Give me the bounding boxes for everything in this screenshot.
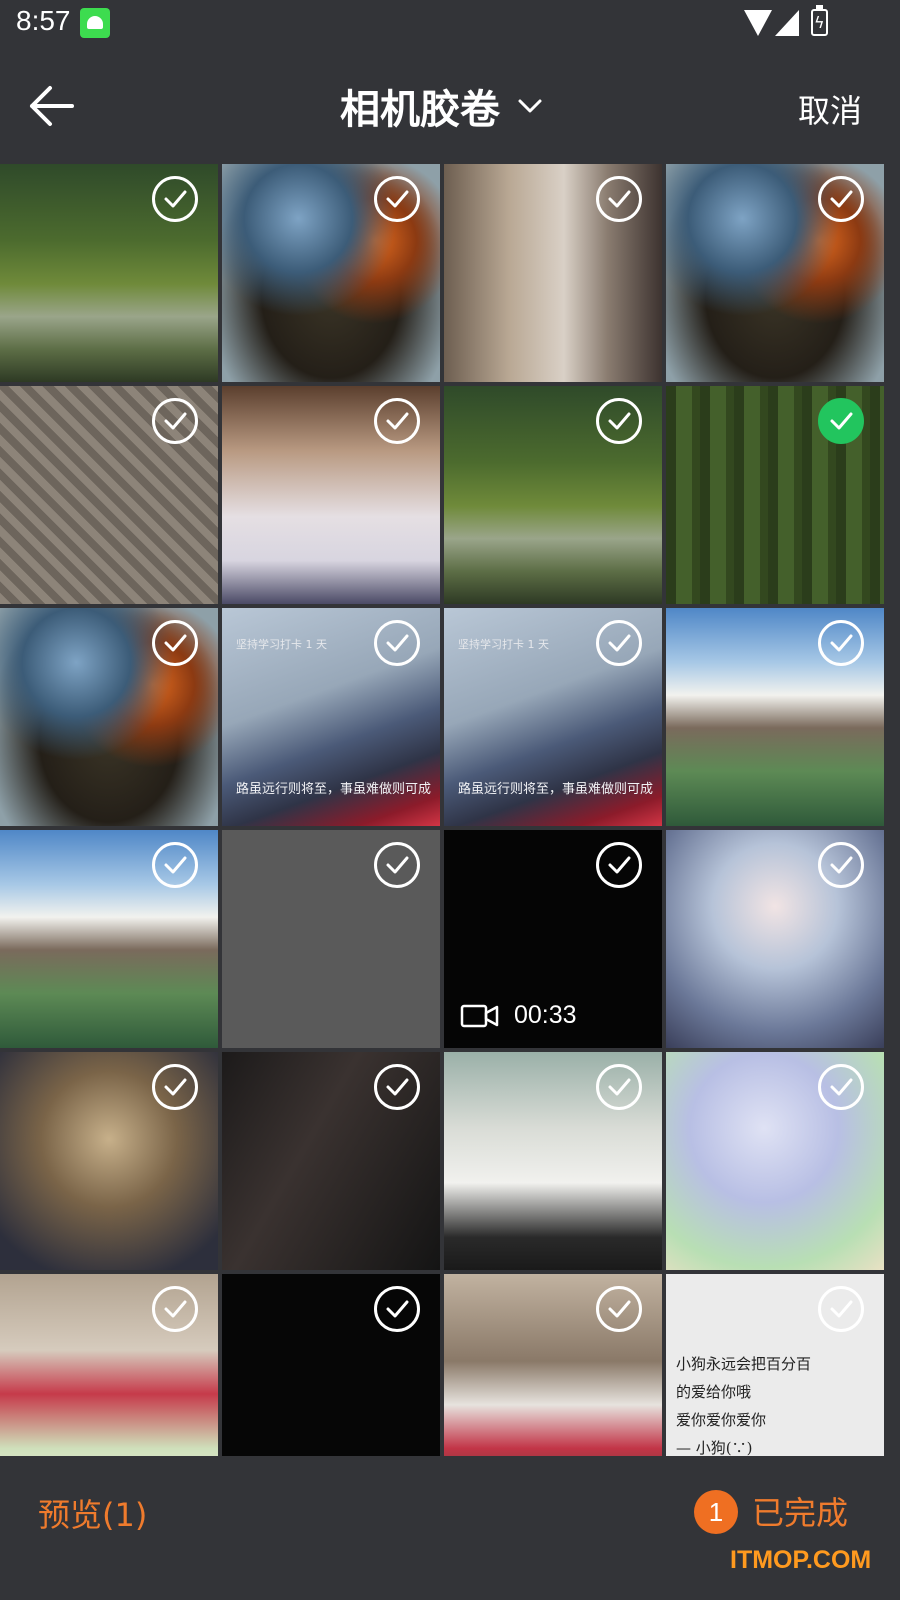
select-check-icon[interactable] — [152, 1286, 198, 1332]
select-check-icon[interactable] — [818, 1064, 864, 1110]
photo-thumbnail[interactable] — [666, 386, 884, 604]
photo-thumbnail[interactable] — [666, 1052, 884, 1270]
select-check-icon[interactable] — [596, 176, 642, 222]
back-arrow-icon — [30, 86, 74, 126]
photo-thumbnail[interactable] — [0, 386, 218, 604]
photo-thumbnail[interactable] — [444, 1274, 662, 1456]
album-selector[interactable]: 相机胶卷 — [340, 78, 544, 134]
select-check-icon[interactable] — [596, 1286, 642, 1332]
video-camera-icon — [460, 1004, 499, 1027]
note-line: — 小狗(∵) — [676, 1439, 753, 1456]
app-notification-icon — [80, 8, 110, 38]
select-check-icon[interactable] — [374, 398, 420, 444]
photo-thumbnail[interactable] — [444, 164, 662, 382]
select-check-icon[interactable] — [818, 620, 864, 666]
select-check-icon[interactable] — [152, 842, 198, 888]
wifi-icon — [744, 10, 772, 36]
back-button[interactable] — [28, 84, 76, 128]
select-check-icon[interactable] — [596, 620, 642, 666]
done-button[interactable]: 已完成 — [752, 1488, 848, 1534]
video-duration: 00:33 — [514, 1001, 577, 1029]
header-bar: 相机胶卷 取消 — [0, 46, 900, 164]
card-quote-text: 路虽远行则将至，事虽难做则可成 — [458, 782, 654, 797]
handwritten-note: 小狗永远会把百分百 的爱给你哦爱你爱你爱你 — 小狗(∵) — [676, 1350, 876, 1456]
photo-grid: 坚持学习打卡 1 天路虽远行则将至，事虽难做则可成 坚持学习打卡 1 天路虽远行则… — [0, 164, 900, 1456]
select-check-icon[interactable] — [596, 398, 642, 444]
photo-thumbnail[interactable]: 小狗永远会把百分百 的爱给你哦爱你爱你爱你 — 小狗(∵) — [666, 1274, 884, 1456]
select-check-icon[interactable] — [374, 620, 420, 666]
photo-thumbnail[interactable] — [222, 1052, 440, 1270]
photo-thumbnail[interactable] — [0, 830, 218, 1048]
photo-thumbnail[interactable] — [444, 1052, 662, 1270]
select-check-icon[interactable] — [818, 842, 864, 888]
select-check-icon[interactable] — [152, 176, 198, 222]
cancel-button[interactable]: 取消 — [798, 86, 862, 132]
select-check-icon[interactable] — [152, 1064, 198, 1110]
photo-thumbnail[interactable] — [0, 164, 218, 382]
photo-thumbnail[interactable]: 坚持学习打卡 1 天路虽远行则将至，事虽难做则可成 — [222, 608, 440, 826]
card-header-text: 坚持学习打卡 1 天 — [236, 638, 327, 651]
video-info: 00:33 — [460, 1001, 577, 1030]
photo-thumbnail[interactable] — [666, 164, 884, 382]
select-check-icon[interactable] — [818, 176, 864, 222]
bottom-bar: 预览(1) 1 已完成 ITMOP.COM — [0, 1456, 900, 1600]
select-check-icon[interactable] — [818, 1286, 864, 1332]
photo-thumbnail[interactable] — [222, 164, 440, 382]
select-check-icon[interactable] — [374, 842, 420, 888]
photo-thumbnail[interactable] — [444, 386, 662, 604]
photo-thumbnail[interactable] — [0, 608, 218, 826]
photo-thumbnail[interactable] — [222, 386, 440, 604]
photo-thumbnail[interactable] — [0, 1274, 218, 1456]
watermark: ITMOP.COM — [730, 1546, 872, 1574]
selected-count-badge: 1 — [694, 1490, 738, 1534]
photo-thumbnail[interactable] — [666, 608, 884, 826]
photo-thumbnail[interactable]: 坚持学习打卡 1 天路虽远行则将至，事虽难做则可成 — [444, 608, 662, 826]
select-check-icon[interactable] — [374, 1064, 420, 1110]
photo-thumbnail[interactable] — [666, 830, 884, 1048]
status-bar: 8:57 — [0, 0, 900, 46]
preview-button[interactable]: 预览(1) — [38, 1490, 147, 1536]
photo-thumbnail[interactable] — [222, 830, 440, 1048]
selected-check-icon[interactable] — [818, 398, 864, 444]
select-check-icon[interactable] — [152, 398, 198, 444]
note-line: 小狗永远会把百分百 — [676, 1355, 812, 1373]
status-time: 8:57 — [16, 5, 71, 36]
select-check-icon[interactable] — [374, 176, 420, 222]
note-line: 爱你爱你爱你 — [676, 1411, 767, 1429]
battery-charging-icon — [811, 5, 828, 36]
note-line: 的爱给你哦 — [676, 1383, 752, 1401]
card-quote-text: 路虽远行则将至，事虽难做则可成 — [236, 782, 432, 797]
select-check-icon[interactable] — [596, 842, 642, 888]
album-title: 相机胶卷 — [340, 87, 500, 133]
select-check-icon[interactable] — [596, 1064, 642, 1110]
signal-icon — [775, 10, 799, 36]
select-check-icon[interactable] — [152, 620, 198, 666]
select-check-icon[interactable] — [374, 1286, 420, 1332]
video-thumbnail[interactable]: 00:33 — [444, 830, 662, 1048]
photo-thumbnail[interactable] — [222, 1274, 440, 1456]
chevron-down-icon — [518, 99, 542, 113]
card-header-text: 坚持学习打卡 1 天 — [458, 638, 549, 651]
photo-thumbnail[interactable] — [0, 1052, 218, 1270]
